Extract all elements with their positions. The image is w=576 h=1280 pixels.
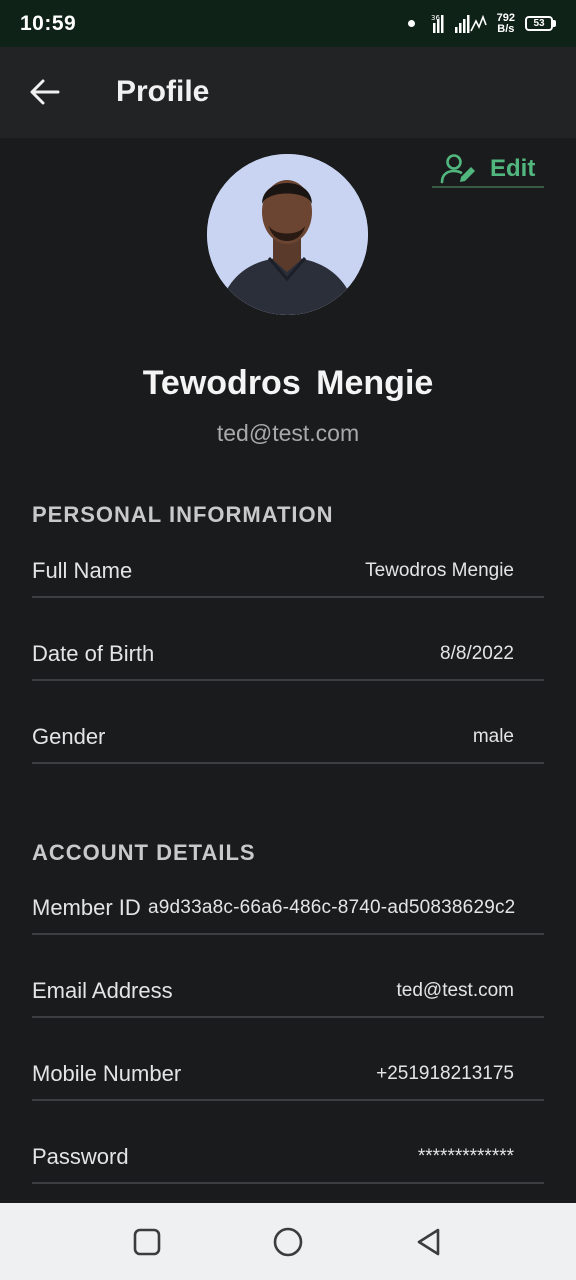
back-triangle-icon	[417, 1228, 440, 1256]
edit-button[interactable]: Edit	[432, 152, 544, 188]
row-label: Email Address	[32, 978, 173, 1003]
row-value: +251918213175	[376, 1063, 514, 1084]
app-bar: Profile	[0, 47, 576, 138]
net-speed-unit: B/s	[497, 22, 515, 35]
net-speed-value: 792	[496, 11, 515, 24]
back-nav-button[interactable]	[412, 1225, 446, 1259]
row-value: ted@test.com	[396, 980, 515, 1001]
avatar-portrait	[207, 154, 368, 315]
row-value: 8/8/2022	[440, 643, 514, 664]
profile-email: ted@test.com	[216, 420, 360, 446]
info-row-email-address: Email Address ted@test.com	[32, 978, 544, 1018]
row-label: Date of Birth	[32, 641, 155, 666]
recents-square-icon	[133, 1228, 161, 1256]
profile-name: Tewodros Mengie	[142, 364, 434, 402]
info-row-full-name: Full Name Tewodros Mengie	[32, 558, 544, 598]
info-row-member-id: Member ID a9d33a8c-66a6-486c-8740-ad5083…	[32, 895, 544, 935]
battery-level: 53	[533, 18, 545, 29]
row-label: Gender	[32, 724, 106, 749]
recents-button[interactable]	[130, 1225, 164, 1259]
system-nav-bar	[0, 1203, 576, 1280]
status-bar: 10:59 36 792 B/s 53	[0, 0, 576, 47]
row-value: Tewodros Mengie	[365, 560, 514, 581]
edit-label: Edit	[490, 155, 536, 182]
info-row-mobile-number: Mobile Number +251918213175	[32, 1061, 544, 1101]
row-value: a9d33a8c-66a6-486c-8740-ad50838629c2	[148, 897, 516, 918]
row-label: Mobile Number	[32, 1061, 182, 1086]
notification-dot-icon	[407, 20, 415, 27]
profile-content[interactable]: Edit Tewodros Mengie ted@test.com PERSON…	[0, 138, 576, 1203]
info-row-date-of-birth: Date of Birth 8/8/2022	[32, 641, 544, 681]
row-label: Password	[32, 1144, 129, 1169]
info-row-gender: Gender male	[32, 724, 544, 764]
page-title: Profile	[116, 75, 210, 108]
row-label: Full Name	[32, 558, 133, 583]
section-title-account-details: ACCOUNT DETAILS	[32, 840, 256, 865]
status-icons: 36 792 B/s 53	[407, 11, 556, 35]
home-button[interactable]	[271, 1225, 305, 1259]
back-button[interactable]	[24, 71, 66, 113]
home-circle-icon	[273, 1227, 303, 1257]
network-speed: 792 B/s	[496, 11, 515, 35]
row-value: male	[472, 726, 514, 747]
info-row-password: Password *************	[32, 1144, 544, 1184]
arrow-left-icon	[30, 79, 60, 105]
section-title-personal-information: PERSONAL INFORMATION	[32, 502, 334, 527]
signal-icon: 36	[431, 14, 487, 33]
status-time: 10:59	[20, 11, 77, 35]
battery-icon: 53	[525, 16, 556, 31]
user-edit-icon	[440, 154, 475, 184]
row-value: *************	[417, 1146, 514, 1167]
avatar	[207, 154, 368, 315]
row-label: Member ID	[32, 895, 141, 920]
